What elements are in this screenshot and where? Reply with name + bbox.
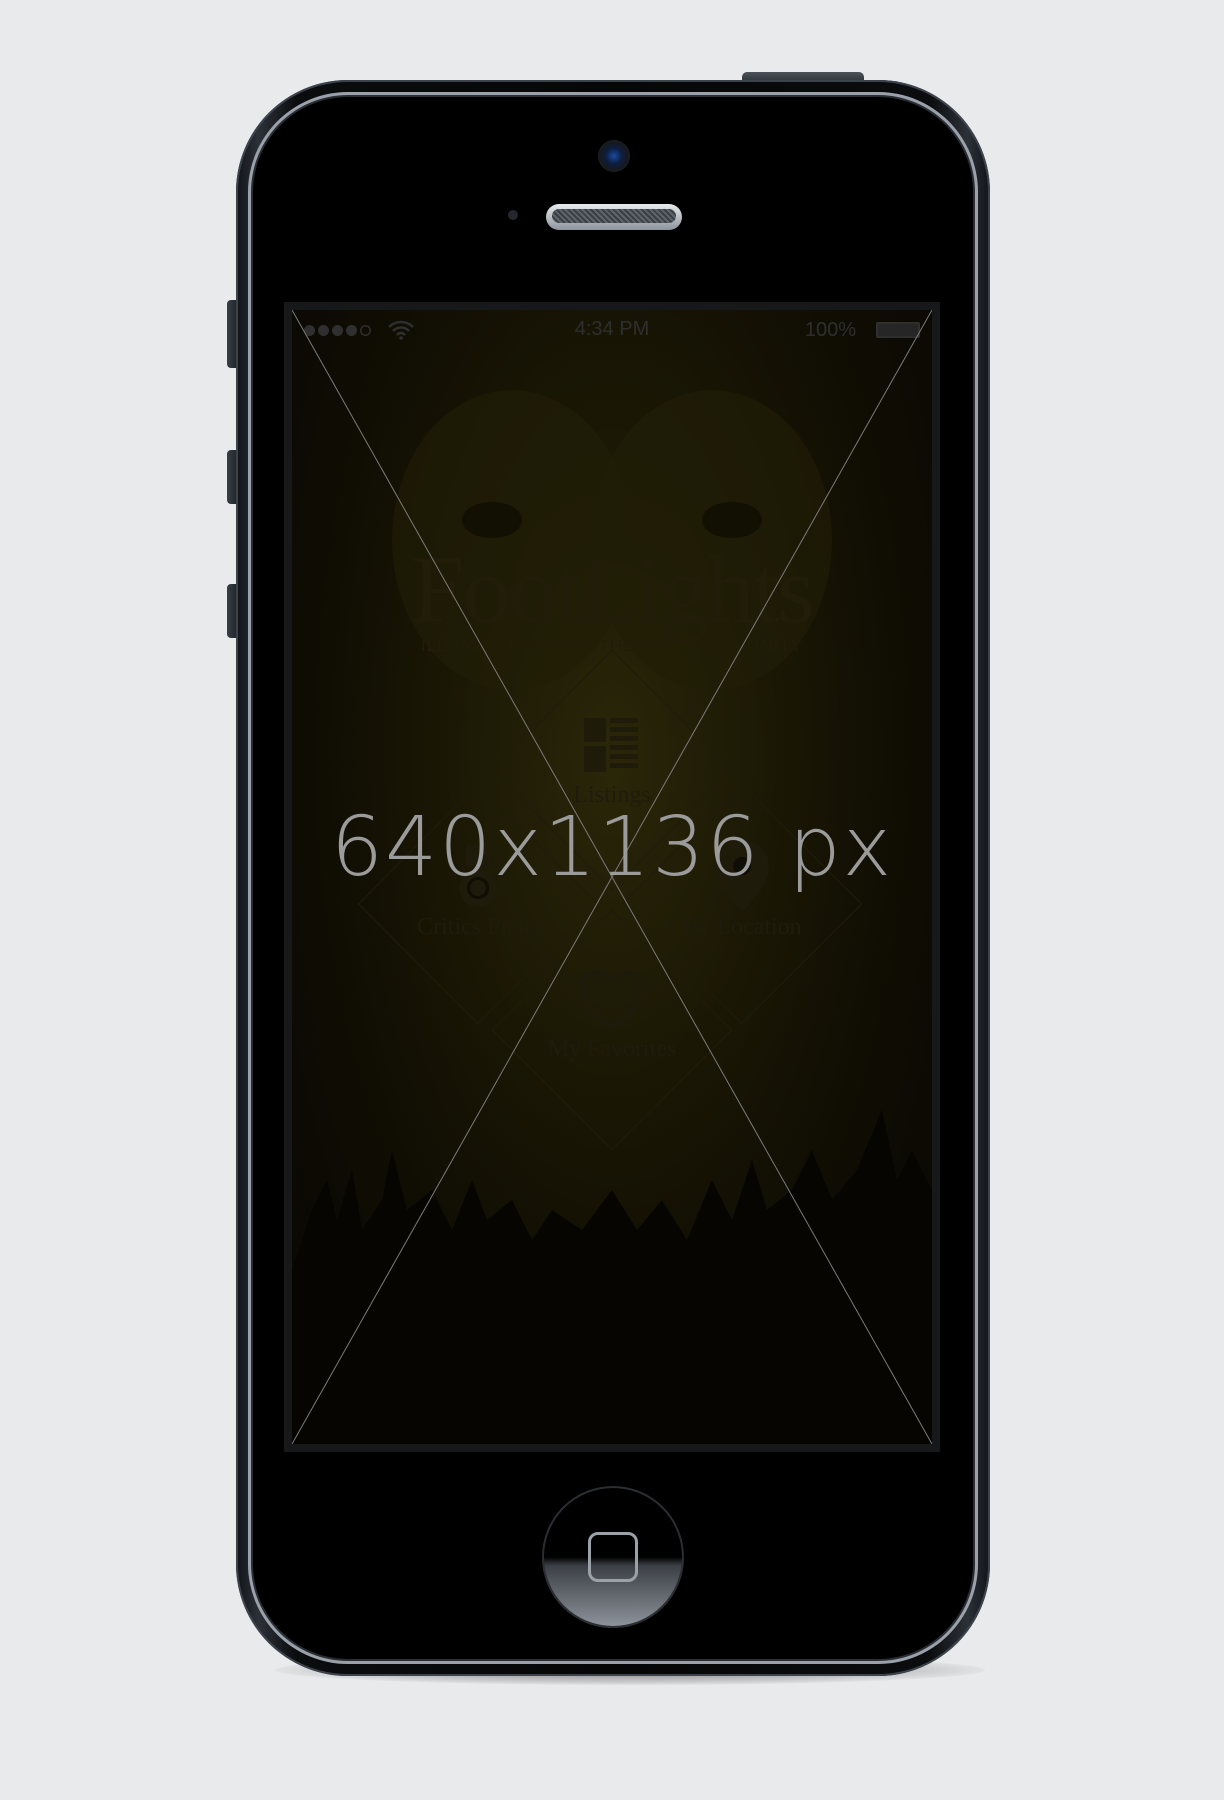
front-camera-icon xyxy=(598,140,630,172)
speaker-grill xyxy=(552,209,676,223)
proximity-sensor xyxy=(508,210,518,220)
phone-screen: 4:34 PM 100% FootLights ILLUMINATING THE… xyxy=(284,302,940,1452)
home-square-icon xyxy=(588,1532,638,1582)
placeholder-dimension-label: 640x1136 px xyxy=(330,800,894,895)
home-button[interactable] xyxy=(542,1486,684,1628)
app-home-screen: 4:34 PM 100% FootLights ILLUMINATING THE… xyxy=(292,310,932,1444)
earpiece-speaker xyxy=(546,204,682,230)
